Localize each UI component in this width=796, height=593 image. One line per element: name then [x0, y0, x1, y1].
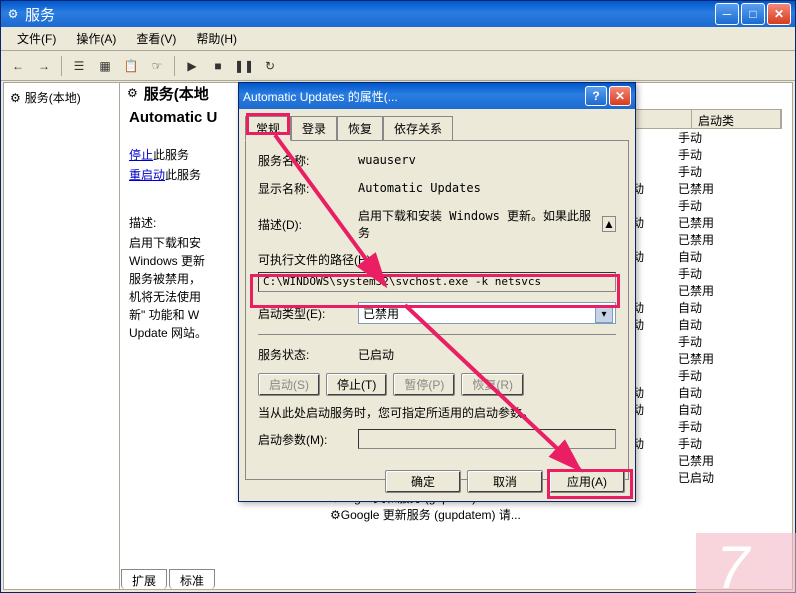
main-titlebar[interactable]: ⚙ 服务 ─ □ ✕ [1, 1, 795, 27]
properties-dialog: Automatic Updates 的属性(... ? ✕ 常规 登录 恢复 依… [238, 82, 636, 502]
tree-pane: ⚙ 服务(本地) [4, 83, 120, 589]
status-value: 已启动 [358, 346, 616, 363]
ok-button[interactable]: 确定 [385, 470, 461, 493]
stop-link[interactable]: 停止 [129, 148, 153, 162]
disp-name-label: 显示名称: [258, 180, 358, 197]
restart-link[interactable]: 重启动 [129, 168, 165, 182]
menubar: 文件(F) 操作(A) 查看(V) 帮助(H) [1, 27, 795, 51]
params-label: 启动参数(M): [258, 431, 358, 448]
path-value: C:\WINDOWS\system32\svchost.exe -k netsv… [258, 272, 616, 292]
cancel-button[interactable]: 取消 [467, 470, 543, 493]
stop-button[interactable]: ■ [207, 55, 229, 77]
tab-extended[interactable]: 扩展 [121, 569, 167, 589]
services-icon: ⚙ [5, 6, 21, 22]
params-input [358, 429, 616, 449]
scroll-up-icon[interactable]: ▲ [602, 216, 616, 232]
svc-name-value: wuauserv [358, 153, 616, 167]
refresh-button[interactable]: ☞ [146, 55, 168, 77]
props-button[interactable]: ▦ [94, 55, 116, 77]
maximize-button[interactable]: □ [741, 3, 765, 25]
stop-button[interactable]: 停止(T) [326, 373, 387, 396]
dialog-close-button[interactable]: ✕ [609, 86, 631, 106]
startup-type-combo[interactable]: 已禁用 [358, 302, 616, 324]
resume-button[interactable]: 恢复(R) [461, 373, 524, 396]
path-label: 可执行文件的路径(H): [258, 251, 616, 268]
toolbar: ← → ☰ ▦ 📋 ☞ ▶ ■ ❚❚ ↻ [1, 51, 795, 81]
general-panel: 服务名称: wuauserv 显示名称: Automatic Updates 描… [245, 140, 629, 480]
desc-label: 描述(D): [258, 216, 358, 233]
tab-logon[interactable]: 登录 [291, 116, 337, 141]
startup-type-value: 已禁用 [363, 305, 399, 322]
back-button[interactable]: ← [7, 55, 29, 77]
tree-root[interactable]: ⚙ 服务(本地) [8, 87, 115, 108]
export-button[interactable]: 📋 [120, 55, 142, 77]
up-button[interactable]: ☰ [68, 55, 90, 77]
tab-deps[interactable]: 依存关系 [383, 116, 453, 141]
hint-text: 当从此处启动服务时，您可指定所适用的启动参数。 [258, 404, 616, 421]
menu-help[interactable]: 帮助(H) [188, 28, 245, 49]
gear-icon: ⚙ [127, 86, 138, 100]
close-button[interactable]: ✕ [767, 3, 791, 25]
start-button[interactable]: 启动(S) [258, 373, 320, 396]
gear-icon: ⚙ [10, 91, 21, 105]
disp-name-value: Automatic Updates [358, 181, 616, 195]
menu-file[interactable]: 文件(F) [9, 28, 64, 49]
list-item[interactable]: ⚙Google 更新服务 (gupdatem) 请... [330, 507, 521, 524]
tree-root-label: 服务(本地) [25, 89, 81, 106]
dialog-buttons: 确定 取消 应用(A) [385, 470, 625, 493]
right-header-title: 服务(本地 [144, 83, 209, 104]
window-title: 服务 [25, 4, 715, 25]
forward-button[interactable]: → [33, 55, 55, 77]
menu-action[interactable]: 操作(A) [68, 28, 124, 49]
restart-button[interactable]: ↻ [259, 55, 281, 77]
watermark: 7 [696, 533, 796, 593]
menu-view[interactable]: 查看(V) [128, 28, 184, 49]
dialog-tabs: 常规 登录 恢复 依存关系 [239, 109, 635, 140]
help-button[interactable]: ? [585, 86, 607, 106]
play-button[interactable]: ▶ [181, 55, 203, 77]
svc-name-label: 服务名称: [258, 152, 358, 169]
minimize-button[interactable]: ─ [715, 3, 739, 25]
tab-standard[interactable]: 标准 [169, 569, 215, 589]
status-label: 服务状态: [258, 346, 358, 363]
pause-button[interactable]: 暂停(P) [393, 373, 455, 396]
dialog-titlebar[interactable]: Automatic Updates 的属性(... ? ✕ [239, 83, 635, 109]
tab-general[interactable]: 常规 [245, 116, 291, 141]
tab-recovery[interactable]: 恢复 [337, 116, 383, 141]
dialog-title: Automatic Updates 的属性(... [243, 88, 585, 105]
bottom-tabs: 扩展 标准 [121, 569, 217, 589]
pause-button[interactable]: ❚❚ [233, 55, 255, 77]
apply-button[interactable]: 应用(A) [549, 470, 625, 493]
startup-label: 启动类型(E): [258, 305, 358, 322]
col-startup[interactable]: 启动类 [692, 110, 781, 128]
desc-value: 启用下载和安装 Windows 更新。如果此服务 [358, 207, 602, 241]
